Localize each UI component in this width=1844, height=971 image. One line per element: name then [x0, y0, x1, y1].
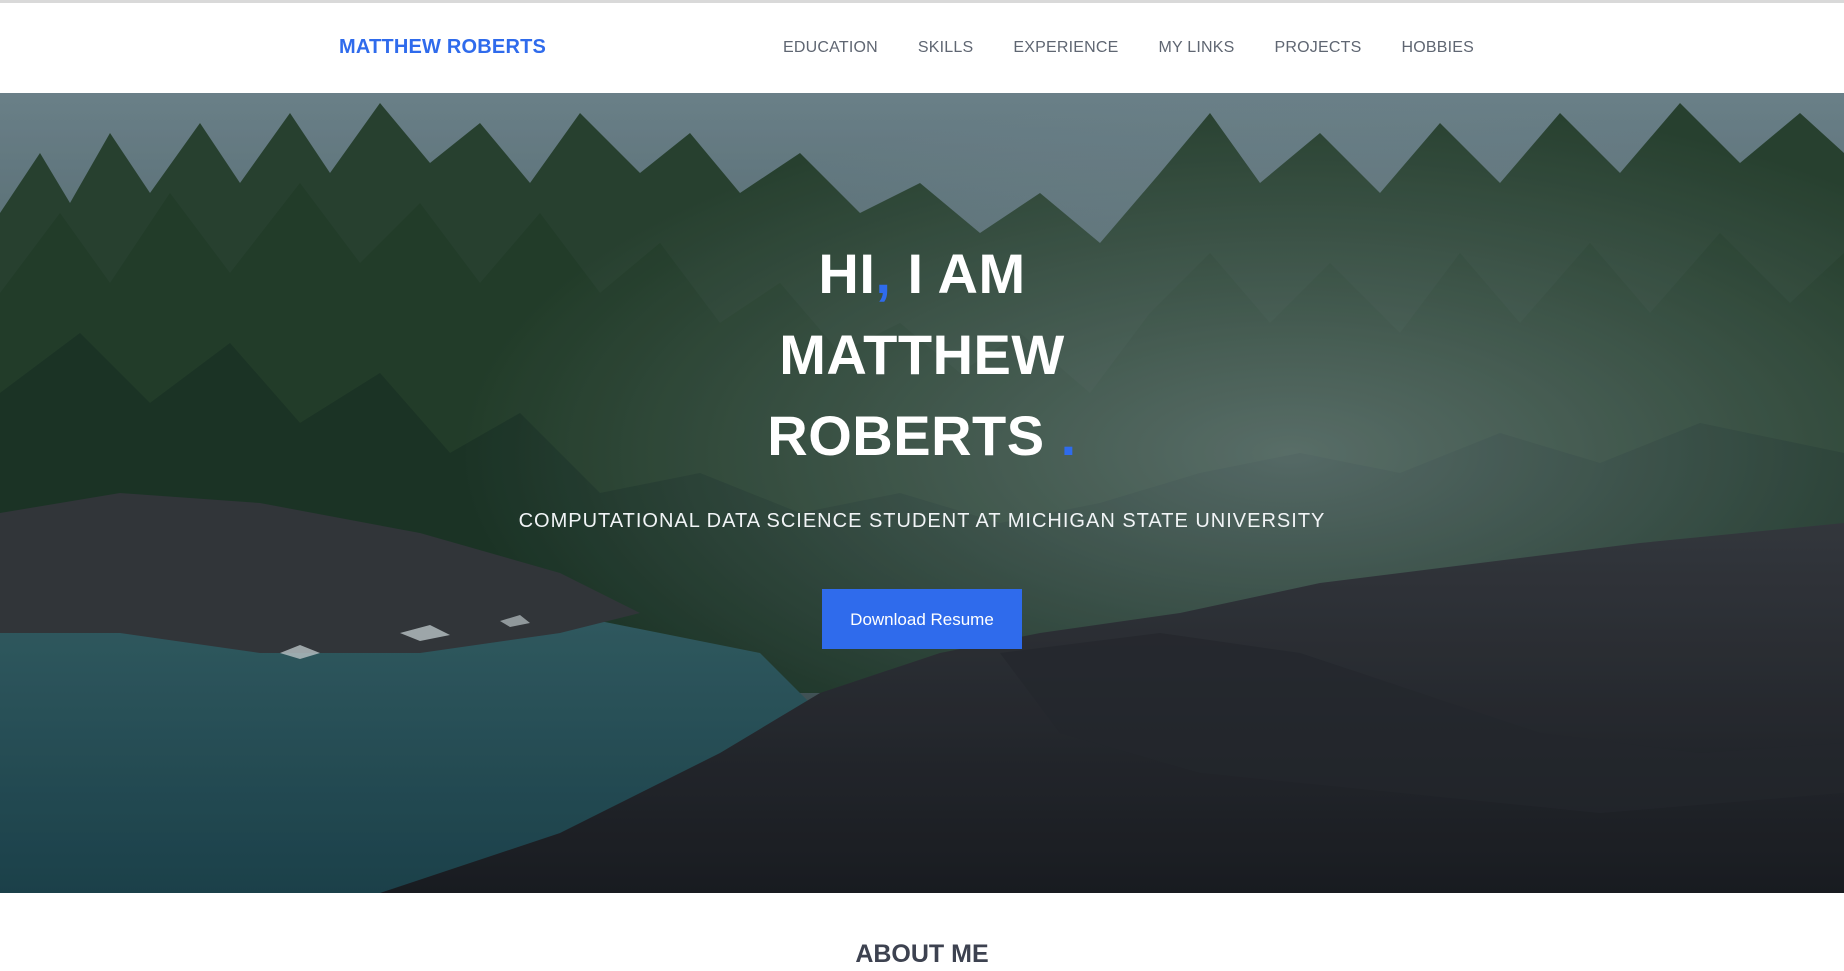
nav-link-my-links[interactable]: MY LINKS [1159, 39, 1235, 56]
nav-item-my-links: MY LINKS [1159, 39, 1235, 57]
nav-item-skills: SKILLS [918, 39, 973, 57]
hero-section: HI, I AM MATTHEW ROBERTS . COMPUTATIONAL… [0, 93, 1844, 893]
brand-link[interactable]: MATTHEW ROBERTS [339, 36, 546, 59]
hero-title: HI, I AM MATTHEW ROBERTS . [672, 233, 1172, 476]
nav-link-hobbies[interactable]: HOBBIES [1401, 39, 1474, 56]
hero-title-first-name: MATTHEW [779, 323, 1065, 386]
nav-item-experience: EXPERIENCE [1013, 39, 1118, 57]
nav-menu: EDUCATION SKILLS EXPERIENCE MY LINKS PRO… [783, 39, 1474, 57]
hero-title-hi: HI [818, 242, 876, 305]
hero-title-last-name: ROBERTS [767, 404, 1061, 467]
hero-content: HI, I AM MATTHEW ROBERTS . COMPUTATIONAL… [0, 233, 1844, 649]
hero-title-i-am: I AM [891, 242, 1026, 305]
nav-link-skills[interactable]: SKILLS [918, 39, 973, 56]
hero-title-period: . [1060, 404, 1077, 467]
nav-item-education: EDUCATION [783, 39, 878, 57]
nav-link-experience[interactable]: EXPERIENCE [1013, 39, 1118, 56]
nav-link-projects[interactable]: PROJECTS [1275, 39, 1362, 56]
download-resume-button[interactable]: Download Resume [822, 589, 1022, 649]
nav-item-projects: PROJECTS [1275, 39, 1362, 57]
nav-item-hobbies: HOBBIES [1401, 39, 1474, 57]
about-me-heading: ABOUT ME [855, 940, 989, 968]
navbar: MATTHEW ROBERTS EDUCATION SKILLS EXPERIE… [0, 3, 1844, 93]
nav-link-education[interactable]: EDUCATION [783, 39, 878, 56]
hero-title-comma: , [875, 242, 892, 305]
hero-subtitle: COMPUTATIONAL DATA SCIENCE STUDENT AT MI… [518, 510, 1326, 532]
